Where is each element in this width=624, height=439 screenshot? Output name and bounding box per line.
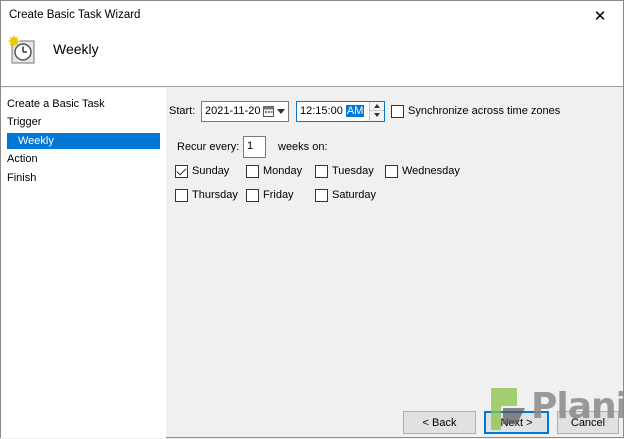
sync-timezones-checkbox[interactable] — [391, 105, 404, 118]
cancel-button[interactable]: Cancel — [557, 411, 619, 434]
start-time-display: 12:15:00 AM — [300, 105, 365, 117]
spin-down-icon[interactable] — [370, 111, 384, 120]
close-icon: ✕ — [593, 7, 607, 25]
spin-up-icon[interactable] — [370, 102, 384, 111]
wizard-content: Start: 2021-11-20 12:15:00 AM Synchroniz… — [166, 88, 623, 438]
chevron-down-icon[interactable] — [277, 109, 285, 114]
close-button[interactable]: ✕ — [577, 1, 623, 30]
window-title: Create Basic Task Wizard — [9, 9, 141, 21]
day-label-sunday: Sunday — [192, 165, 230, 177]
day-label-tuesday: Tuesday — [332, 165, 374, 177]
recur-weeks-input[interactable]: 1 — [243, 136, 266, 158]
day-checkbox-sunday[interactable] — [175, 165, 188, 178]
back-button[interactable]: < Back — [403, 411, 476, 434]
day-checkbox-saturday[interactable] — [315, 189, 328, 202]
day-label-wednesday: Wednesday — [402, 165, 460, 177]
recur-every-label: Recur every: — [177, 141, 240, 153]
day-checkbox-friday[interactable] — [246, 189, 259, 202]
start-time-value: 12:15:00 — [300, 105, 343, 117]
nav-item-weekly[interactable]: Weekly — [7, 133, 160, 149]
wizard-window: Create Basic Task Wizard ✕ Weekly Create… — [0, 0, 624, 438]
start-date-value: 2021-11-20 — [205, 105, 261, 117]
task-clock-icon — [8, 35, 35, 64]
nav-item-trigger[interactable]: Trigger — [7, 114, 41, 130]
day-checkbox-tuesday[interactable] — [315, 165, 328, 178]
title-bar: Create Basic Task Wizard ✕ — [1, 1, 623, 30]
day-label-monday: Monday — [263, 165, 303, 177]
start-date-picker[interactable]: 2021-11-20 — [201, 101, 289, 122]
nav-item-action[interactable]: Action — [7, 151, 38, 167]
time-spinner — [369, 102, 384, 121]
start-label: Start: — [169, 105, 196, 117]
nav-item-finish[interactable]: Finish — [7, 170, 36, 186]
sync-timezones-label: Synchronize across time zones — [408, 105, 561, 117]
day-checkbox-thursday[interactable] — [175, 189, 188, 202]
calendar-icon[interactable] — [263, 105, 274, 117]
weeks-on-label: weeks on: — [278, 141, 328, 153]
day-checkbox-wednesday[interactable] — [385, 165, 398, 178]
nav-item-create-basic-task[interactable]: Create a Basic Task — [7, 96, 105, 112]
day-label-thursday: Thursday — [192, 189, 238, 201]
next-button[interactable]: Next > — [484, 411, 549, 434]
day-checkbox-monday[interactable] — [246, 165, 259, 178]
start-ampm-value[interactable]: AM — [345, 105, 365, 117]
start-time-picker[interactable]: 12:15:00 AM — [296, 101, 385, 122]
wizard-header: Weekly — [1, 30, 623, 87]
page-title: Weekly — [53, 41, 99, 57]
recur-weeks-value: 1 — [247, 140, 254, 152]
day-label-saturday: Saturday — [332, 189, 377, 201]
wizard-steps-nav: Create a Basic Task Trigger Weekly Actio… — [1, 88, 166, 438]
day-label-friday: Friday — [263, 189, 294, 201]
